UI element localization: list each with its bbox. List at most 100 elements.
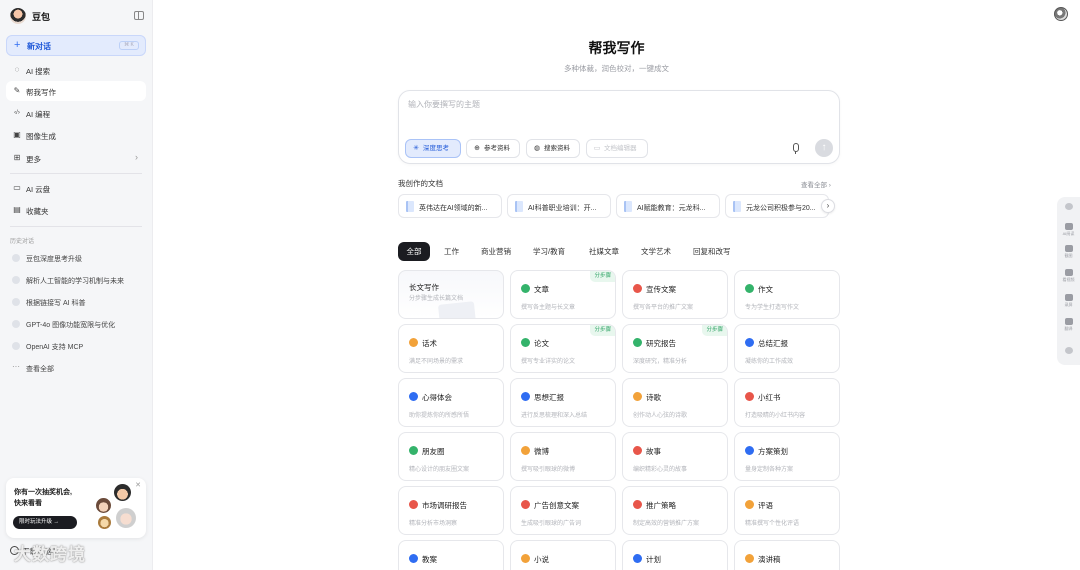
my-docs-view-all[interactable]: 查看全部 › (801, 179, 831, 189)
template-card[interactable]: 诗歌 创作动人心弦的诗歌 (622, 378, 728, 427)
tab-literature[interactable]: 文学艺术 (641, 242, 671, 261)
template-title: 作文 (758, 285, 773, 294)
history-view-all[interactable]: ··· 查看全部 (6, 359, 146, 377)
template-card[interactable]: 小红书 打造吸睛的小红书内容 (734, 378, 840, 427)
promo-illustration (96, 484, 138, 530)
template-card[interactable]: 广告创意文案 生成吸引眼球的广告词 (510, 486, 616, 535)
template-card[interactable]: 长文写作 分步骤生成长篇文档 (398, 270, 504, 319)
tab-education[interactable]: 学习/教育 (533, 242, 565, 261)
sidebar-item-image-gen[interactable]: ▣ 图像生成 (6, 125, 146, 145)
new-chat-button[interactable]: + 新对话 ⌘ K (6, 35, 146, 56)
sidebar-item-more[interactable]: ⊞ 更多 › (6, 148, 146, 168)
template-description: 精心设计的朋友圈文案 (409, 467, 470, 473)
sidebar-collapse-icon[interactable] (134, 11, 144, 20)
sidebar-item-writing[interactable]: ✎ 帮我写作 (6, 81, 146, 101)
template-card[interactable]: 评语 精准撰写个性化评语 (734, 486, 840, 535)
template-card[interactable]: 演讲稿 (734, 540, 840, 570)
sidebar-divider (10, 173, 142, 174)
template-title: 宣传文案 (646, 285, 676, 294)
template-card[interactable]: 小说 (510, 540, 616, 570)
template-card[interactable]: 教案 (398, 540, 504, 570)
doc-card[interactable]: AI赋能教育：元龙科... (616, 194, 720, 218)
avatar (96, 498, 111, 513)
toolbar-translate[interactable]: 翻译 (1057, 318, 1080, 332)
template-icon (745, 554, 754, 563)
history-item[interactable]: GPT-4o 图像功能宽限与优化 (6, 315, 146, 333)
grid-icon: ⊞ (13, 153, 21, 162)
template-icon (633, 500, 642, 509)
template-icon (521, 392, 530, 401)
toolbar-watch-video[interactable]: 看视频 (1057, 269, 1080, 283)
tab-marketing[interactable]: 商业营销 (481, 242, 511, 261)
reference-button[interactable]: ⊕ 参考资料 (466, 139, 520, 158)
ai-reading-icon (1064, 223, 1073, 230)
template-icon (409, 338, 418, 347)
doc-card-title: AI赋能教育：元龙科... (637, 205, 706, 212)
template-title: 微博 (534, 447, 549, 456)
doc-card[interactable]: AI科普职业培训：开... (507, 194, 611, 218)
template-card[interactable]: 文章 撰写各主题与长文章 分步骤 (510, 270, 616, 319)
template-icon (745, 392, 754, 401)
template-card[interactable]: 宣传文案 撰写各平台的推广文案 (622, 270, 728, 319)
history-item[interactable]: OpenAI 支持 MCP (6, 337, 146, 355)
template-card[interactable]: 朋友圈 精心设计的朋友圈文案 (398, 432, 504, 481)
template-card[interactable]: 论文 撰写专业详实的论文 分步骤 (510, 324, 616, 373)
sidebar-item-ai-coding[interactable]: ‹/› AI 编程 (6, 103, 146, 123)
tab-rewrite[interactable]: 回复和改写 (693, 242, 731, 261)
template-card[interactable]: 研究报告 深度研究，精准分析 分步骤 (622, 324, 728, 373)
template-description: 撰写各主题与长文章 (521, 305, 576, 311)
document-icon (624, 201, 632, 212)
toolbar-settings-icon[interactable] (1057, 203, 1080, 210)
toolbar-collapse[interactable] (1057, 347, 1080, 354)
template-title: 思想汇报 (534, 393, 564, 402)
template-card[interactable]: 总结汇报 凝练你的工作成效 (734, 324, 840, 373)
deep-think-toggle[interactable]: ✳ 深度思考 (405, 139, 461, 158)
template-card[interactable]: 话术满足不同场景的需求 (398, 324, 504, 373)
template-card[interactable]: 故事 编织精彩心灵的故事 (622, 432, 728, 481)
topic-input[interactable]: 输入你要撰写的主题 (408, 99, 480, 110)
doc-card-title: 英伟达在AI领域的新... (419, 205, 488, 212)
template-card[interactable]: 方案策划 量身定制各种方案 (734, 432, 840, 481)
translate-icon (1064, 318, 1073, 325)
toolbar-ai-reading[interactable]: AI阅读 (1057, 223, 1080, 237)
history-item[interactable]: 解析人工智能的学习机制与未来 (6, 271, 146, 289)
doc-card[interactable]: 英伟达在AI领域的新... (398, 194, 502, 218)
template-card[interactable]: 微博撰写吸引眼球的微博 (510, 432, 616, 481)
new-chat-shortcut: ⌘ K (119, 41, 139, 50)
template-card[interactable]: 市场调研报告 精准分析市场洞察 (398, 486, 504, 535)
tab-work[interactable]: 工作 (444, 242, 459, 261)
template-card[interactable]: 推广策略 制定高效的营销推广方案 (622, 486, 728, 535)
template-icon (745, 338, 754, 347)
tab-social[interactable]: 社媒文章 (589, 242, 619, 261)
sidebar-item-ai-search[interactable]: ◌ AI 搜索 (6, 60, 146, 80)
doc-card[interactable]: 元龙公司积极参与20... (725, 194, 829, 218)
template-title: 话术 (422, 339, 437, 348)
toolbar-screenshot[interactable]: 截图 (1057, 245, 1080, 259)
template-title: 心得体会 (422, 393, 452, 402)
template-card[interactable]: 作文 专为学生打造写作文 (734, 270, 840, 319)
doc-editor-button[interactable]: ▭ 文档编辑器 (586, 139, 648, 158)
template-description: 满足不同场景的需求 (409, 359, 464, 365)
sidebar-item-favorites[interactable]: ▤ 收藏夹 (6, 200, 146, 220)
search-reference-button[interactable]: ◍ 搜索资料 (526, 139, 580, 158)
chip-label: 搜索资料 (544, 145, 570, 152)
toolbar-record[interactable]: 录屏 (1057, 294, 1080, 308)
toolbar-label: 翻译 (1064, 326, 1073, 331)
microphone-icon[interactable] (791, 143, 799, 154)
template-description: 编织精彩心灵的故事 (633, 467, 688, 473)
send-button[interactable]: ↑ (815, 139, 833, 157)
history-item[interactable]: 根据链接写 AI 科普 (6, 293, 146, 311)
tab-all[interactable]: 全部 (398, 242, 430, 261)
template-card[interactable]: 心得体会 助你提炼你的所感所悟 (398, 378, 504, 427)
chevron-right-icon[interactable]: › (821, 199, 835, 213)
avatar (98, 516, 111, 529)
template-card[interactable]: 计划 (622, 540, 728, 570)
template-description: 制定高效的营销推广方案 (633, 521, 700, 527)
promo-card[interactable]: 你有一次抽奖机会, 快来看看 限时玩法升级 → ✕ (6, 478, 146, 538)
template-card[interactable]: 思想汇报 进行反思梳理和深入总结 (510, 378, 616, 427)
user-avatar[interactable] (1054, 7, 1068, 21)
promo-button[interactable]: 限时玩法升级 → (13, 516, 77, 529)
template-description: 撰写吸引眼球的微博 (521, 467, 576, 473)
history-item[interactable]: 豆包深度思考升级 (6, 249, 146, 267)
sidebar-item-cloud-drive[interactable]: ▭ AI 云盘 (6, 178, 146, 198)
